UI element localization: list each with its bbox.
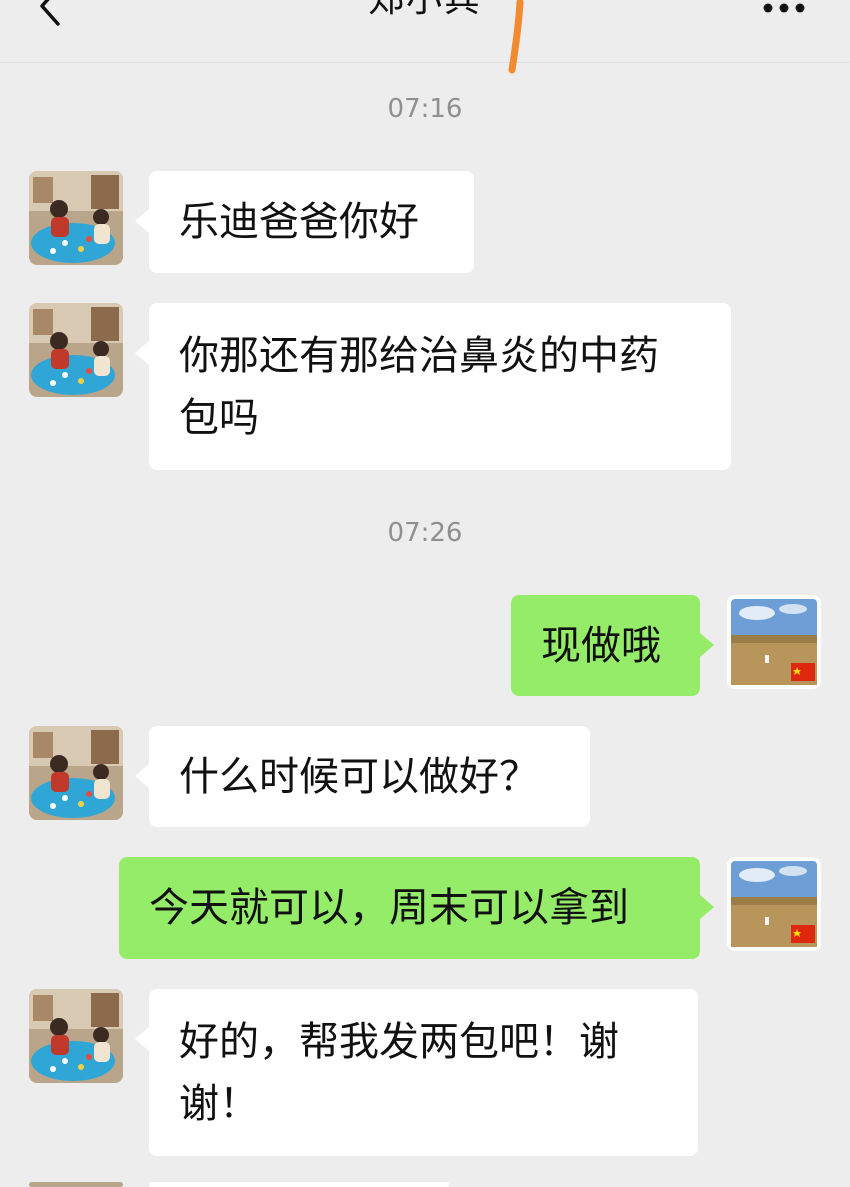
user-avatar[interactable] (727, 857, 821, 951)
message-bubble-incoming[interactable]: 什么时候可以做好？ (135, 726, 590, 827)
message-text: 乐迪爸爸你好 (179, 199, 419, 245)
chat-screen: 郑小宾 07:16 乐迪爸爸你好 (0, 0, 850, 1187)
annotation-stroke (508, 0, 524, 74)
message-bubble-outgoing[interactable]: 今天就可以，周末可以拿到 (119, 857, 714, 959)
contact-avatar[interactable] (29, 1182, 123, 1187)
message-text: 你那还有那给治鼻炎的中药 (179, 333, 659, 379)
message-text: 什么时候可以做好？ (179, 754, 539, 800)
contact-avatar[interactable] (29, 171, 123, 265)
message-bubble-incoming[interactable]: 好的，帮我发两包吧！谢 谢！ (135, 989, 698, 1156)
contact-avatar[interactable] (29, 303, 123, 397)
timestamp: 07:16 (387, 94, 463, 124)
message-text-line2: 谢！ (179, 1081, 259, 1127)
chat-header: 郑小宾 (0, 0, 850, 63)
message-text: 今天就可以，周末可以拿到 (149, 885, 629, 931)
message-bubble-outgoing[interactable]: 现做哦 (511, 595, 714, 696)
chat-title: 郑小宾 (0, 0, 850, 22)
message-text: 现做哦 (541, 623, 661, 669)
message-text-line2: 包吗 (179, 395, 259, 441)
message-bubble-incoming[interactable]: 乐迪爸爸你好 (135, 171, 474, 273)
more-dots-icon[interactable] (762, 2, 806, 14)
user-avatar[interactable] (727, 595, 821, 689)
message-text: 好的，帮我发两包吧！谢 (179, 1019, 619, 1065)
contact-avatar[interactable] (29, 989, 123, 1083)
message-bubble-incoming[interactable] (149, 1182, 449, 1187)
contact-avatar[interactable] (29, 726, 123, 820)
timestamp: 07:26 (387, 518, 463, 548)
message-bubble-incoming[interactable]: 你那还有那给治鼻炎的中药 包吗 (135, 303, 731, 470)
